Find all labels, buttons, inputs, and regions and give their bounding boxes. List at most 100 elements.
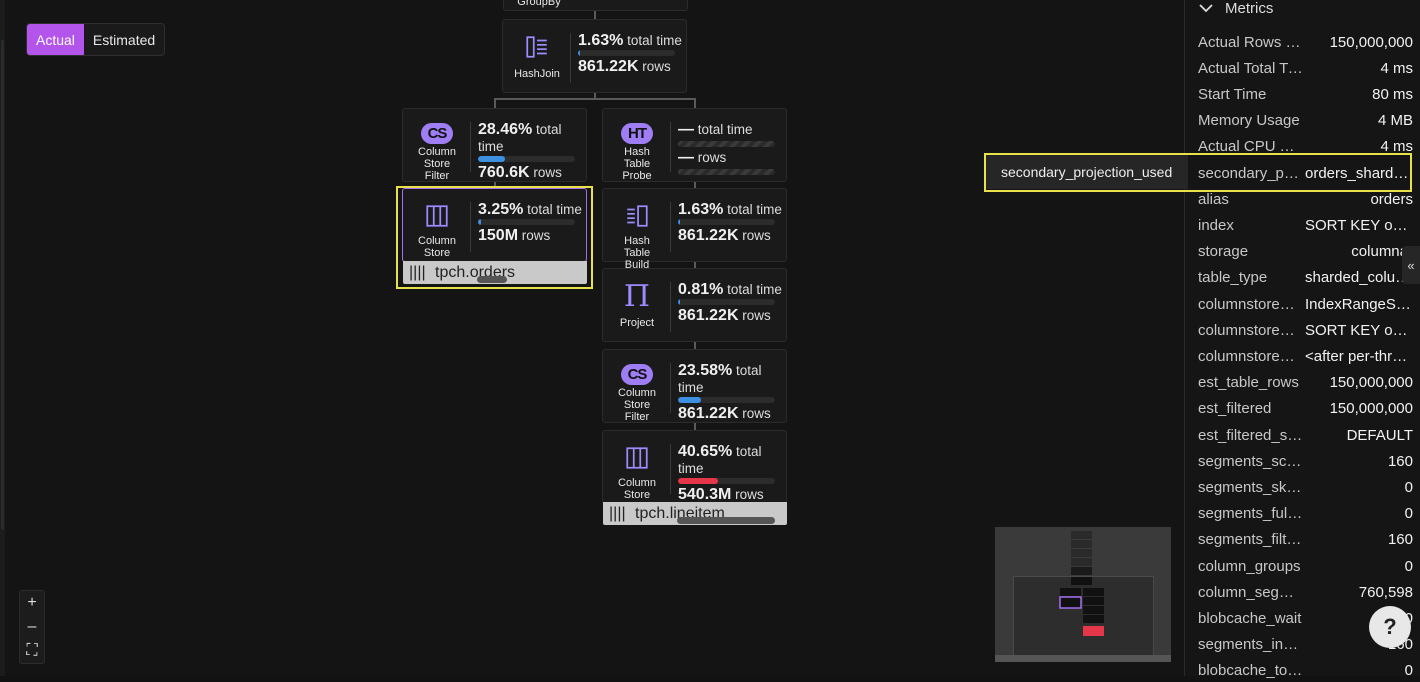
collapse-panel-button[interactable]: «	[1402, 246, 1420, 284]
metric-key: blobcache_total	[1198, 662, 1303, 680]
metric-value: 4 ms	[1380, 59, 1413, 77]
row-bar	[678, 169, 775, 175]
metric-row: Start Time 80 ms	[1198, 83, 1413, 105]
time-bar	[678, 219, 775, 225]
row-suffix: rows	[735, 487, 764, 502]
time-bar-fill	[678, 219, 680, 225]
time-bar	[578, 50, 675, 56]
time-percent: —	[678, 121, 694, 138]
metric-value: 0	[1404, 662, 1413, 680]
metric-row: index SORT KEY o_orderkey	[1198, 214, 1413, 236]
metric-row: storage columnar	[1198, 241, 1413, 263]
metric-value: orders	[1370, 190, 1413, 208]
table-label-lineitem[interactable]: |||| tpch.lineitem	[603, 502, 787, 525]
metric-row: segments_scanned 160	[1198, 450, 1413, 472]
table-label-scrollbar[interactable]	[677, 517, 775, 524]
node-hashjoin[interactable]: HashJoin 1.63% total time 861.22K rows	[502, 19, 687, 93]
minimap[interactable]	[995, 527, 1171, 662]
metric-key: columnstore_filter	[1198, 347, 1303, 365]
column-store-scan-icon	[624, 445, 650, 471]
node-groupby-label: GroupBy	[517, 0, 561, 8]
metric-row: est_table_rows 150,000,000	[1198, 372, 1413, 394]
time-bar	[678, 141, 775, 147]
node-label: Column Store Filter	[618, 387, 656, 423]
metric-row: Memory Usage 4 MB	[1198, 110, 1413, 132]
metric-value: 0	[1404, 505, 1413, 523]
metric-value: 0	[1404, 478, 1413, 496]
metric-key: column_segments	[1198, 583, 1303, 601]
time-suffix: total time	[627, 33, 682, 48]
metric-key: segments_fully_contained	[1198, 505, 1303, 523]
project-pi-icon: Π	[623, 278, 651, 314]
time-suffix: total time	[697, 122, 753, 137]
metric-key: segments_skipped	[1198, 478, 1303, 496]
metric-value: 150,000,000	[1329, 374, 1413, 392]
metric-key: est_filtered_source	[1198, 426, 1303, 444]
metric-value: columnar	[1351, 243, 1413, 261]
metric-value: 160	[1387, 452, 1413, 470]
fit-view-button[interactable]: ⛶	[20, 639, 44, 663]
node-groupby[interactable]: GroupBy	[503, 0, 688, 11]
time-percent: 40.65%	[678, 443, 733, 460]
time-bar-fill	[678, 397, 702, 403]
time-percent: 1.63%	[678, 201, 724, 218]
time-bar	[678, 478, 775, 484]
metric-value: <after per-thread scan>	[1305, 347, 1413, 365]
time-percent: 0.81%	[678, 281, 724, 298]
plan-canvas[interactable]: Actual Estimated GroupBy HashJoin 1.63% …	[0, 0, 1184, 676]
node-project[interactable]: Π Project 0.81% total time 861.22K rows	[602, 268, 787, 342]
time-bar-fill	[678, 478, 718, 484]
metric-key: columnstore_sort	[1198, 321, 1303, 339]
zoom-controls: + – ⛶	[19, 590, 45, 664]
node-hash-table-probe[interactable]: HT Hash Table Probe — total time — rows	[602, 108, 787, 182]
node-column-store-filter-1[interactable]: CS Column Store Filter 28.46% total time…	[402, 108, 587, 182]
help-button[interactable]: ?	[1369, 606, 1411, 648]
metric-value: sharded_columnstore	[1305, 269, 1413, 287]
metric-value: 150,000,000	[1329, 33, 1413, 51]
metric-row: Actual Rows Processed 150,000,000	[1198, 31, 1413, 53]
row-suffix: rows	[642, 59, 671, 74]
metric-key: table_type	[1198, 269, 1268, 287]
metric-row: segments_skipped 0	[1198, 476, 1413, 498]
node-label: Project	[619, 317, 655, 329]
time-suffix: total time	[727, 282, 782, 297]
metric-key: Start Time	[1198, 85, 1267, 103]
row-suffix: rows	[697, 150, 727, 165]
node-label: Hash Table Build	[623, 235, 651, 271]
metric-key: est_table_rows	[1198, 374, 1299, 392]
metric-value: 80 ms	[1372, 85, 1413, 103]
metrics-panel: Metrics Actual Rows Processed 150,000,000…	[1184, 0, 1420, 679]
time-bar	[478, 156, 575, 162]
hash-table-badge: HT	[621, 123, 653, 144]
node-column-store-filter-2[interactable]: CS Column Store Filter 23.58% total time…	[602, 349, 787, 423]
row-count: 861.22K	[678, 405, 739, 422]
node-column-store-scan-lineitem[interactable]: Column Store Scan 40.65% total time 540.…	[602, 430, 787, 504]
metric-value: 160	[1387, 531, 1413, 549]
chevron-down-icon[interactable]	[1199, 0, 1213, 17]
table-icon: ||||	[609, 504, 626, 522]
metric-key: index	[1198, 216, 1234, 234]
hash-table-build-icon	[624, 203, 650, 229]
metric-row: est_filtered 150,000,000	[1198, 398, 1413, 420]
minimap-scrollbar[interactable]	[995, 655, 1171, 662]
row-count: 861.22K	[578, 58, 639, 75]
time-percent: 28.46%	[478, 121, 533, 138]
metrics-header[interactable]: Metrics	[1199, 0, 1273, 17]
row-suffix: rows	[533, 165, 562, 180]
row-count: 861.22K	[678, 307, 739, 324]
column-store-badge: CS	[621, 364, 653, 385]
zoom-in-button[interactable]: +	[20, 591, 44, 615]
metric-key: column_groups	[1198, 557, 1301, 575]
time-bar	[678, 299, 775, 305]
row-count: 861.22K	[678, 227, 739, 244]
node-hash-table-build[interactable]: Hash Table Build 1.63% total time 861.22…	[602, 188, 787, 271]
metric-row: blobcache_total 0	[1198, 660, 1413, 682]
selection-highlight	[396, 186, 593, 289]
metric-row: est_filtered_source DEFAULT	[1198, 424, 1413, 446]
metric-value: SORT KEY o_orderkey	[1305, 321, 1413, 339]
tooltip-highlight	[984, 153, 1412, 192]
metric-row: segments_fully_contained 0	[1198, 503, 1413, 525]
metric-value: 150,000,000	[1329, 400, 1413, 418]
zoom-out-button[interactable]: –	[20, 615, 44, 639]
row-suffix: rows	[742, 406, 771, 421]
